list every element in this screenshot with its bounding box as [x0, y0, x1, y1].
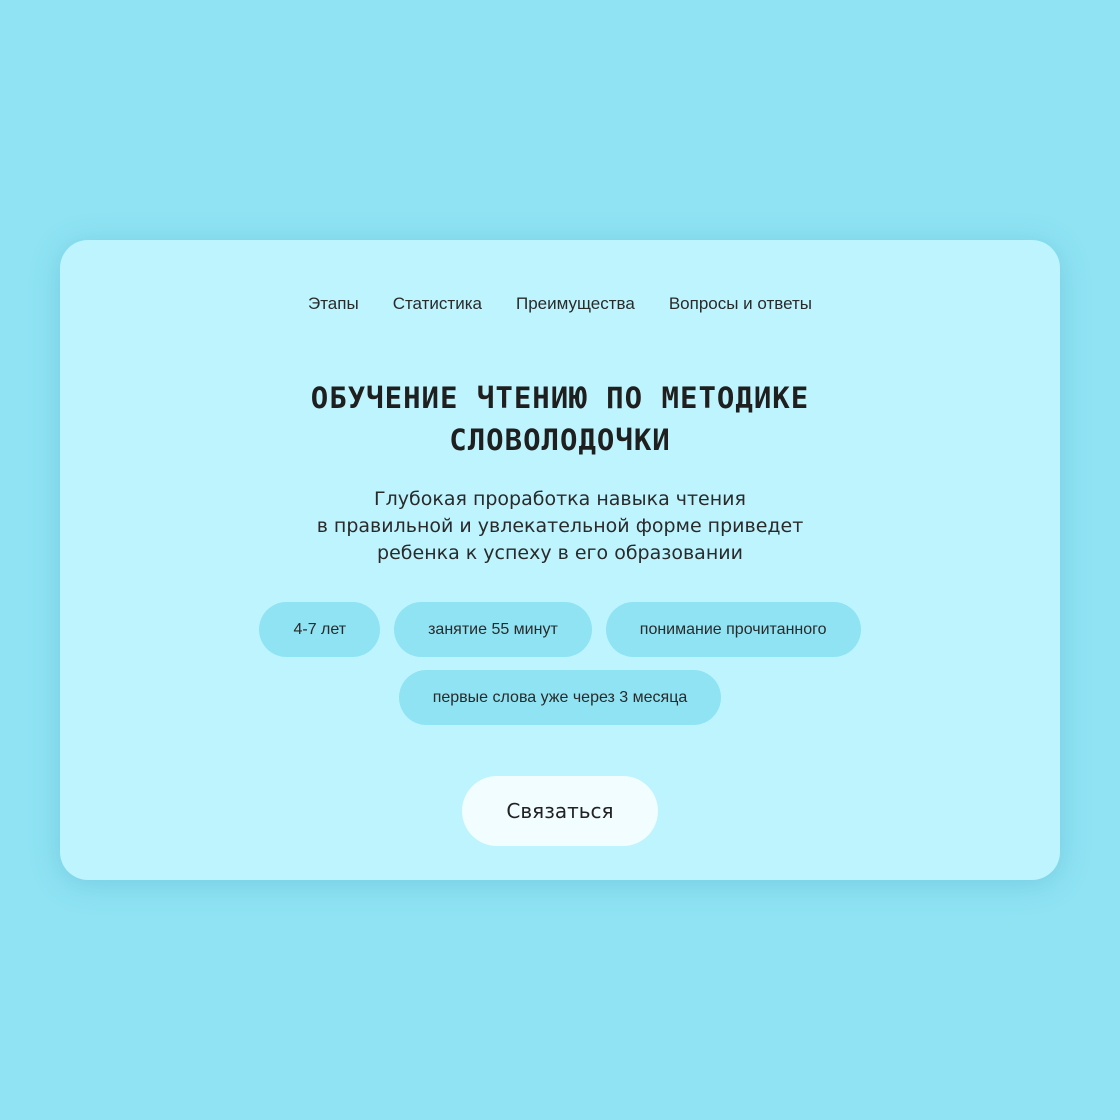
tag-age: 4-7 лет [259, 602, 381, 657]
open-book-icon [794, 847, 1057, 1094]
page-subtitle: Глубокая проработка навыка чтения в прав… [60, 486, 1060, 567]
hero-card: Этапы Статистика Преимущества Вопросы и … [60, 240, 1060, 880]
open-book-icon [127, 711, 264, 820]
page-title: ОБУЧЕНИЕ ЧТЕНИЮ ПО МЕТОДИКЕ СЛОВОЛОДОЧКИ [60, 377, 1060, 461]
subtitle-line-2: в правильной и увлекательной форме приве… [316, 515, 804, 537]
feature-tags-row-1: 4-7 лет занятие 55 минут понимание прочи… [60, 602, 1060, 657]
contact-button[interactable]: Связаться [462, 776, 658, 846]
tag-first-words: первые слова уже через 3 месяца [398, 670, 722, 725]
open-book-icon [459, 877, 664, 1034]
page-title-line-1: ОБУЧЕНИЕ ЧТЕНИЮ ПО МЕТОДИКЕ [310, 381, 810, 415]
open-book-icon [489, 245, 651, 394]
subtitle-line-1: Глубокая проработка навыка чтения [374, 488, 746, 510]
nav-item-advantages[interactable]: Преимущества [516, 294, 635, 314]
tag-lesson-duration: занятие 55 минут [394, 602, 592, 657]
tag-comprehension: понимание прочитанного [605, 602, 861, 657]
subtitle-line-3: ребенка к успеху в его образовании [377, 542, 743, 564]
nav-item-faq[interactable]: Вопросы и ответы [669, 294, 812, 314]
top-nav: Этапы Статистика Преимущества Вопросы и … [60, 294, 1060, 314]
feature-tags-row-2: первые слова уже через 3 месяца [60, 670, 1060, 725]
open-book-icon [75, 860, 336, 1100]
nav-item-statistics[interactable]: Статистика [393, 294, 482, 314]
open-book-icon [719, 709, 872, 856]
nav-item-stages[interactable]: Этапы [308, 294, 359, 314]
page-title-line-2: СЛОВОЛОДОЧКИ [449, 423, 671, 457]
